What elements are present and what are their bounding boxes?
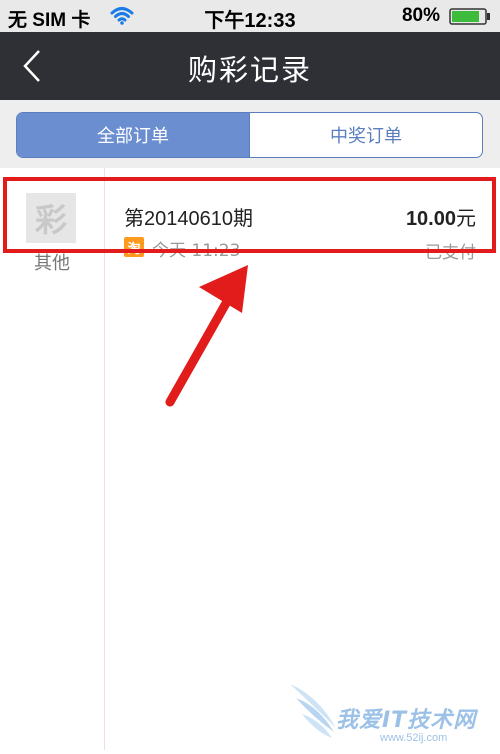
amount-value: 10.00 bbox=[405, 208, 456, 230]
issue-number: 第20140610期 bbox=[124, 208, 253, 230]
navigation-bar: 购彩记录 bbox=[0, 32, 500, 100]
status-bar: 无 SIM 卡 下午12:33 80% bbox=[0, 0, 500, 32]
tab-winning-orders[interactable]: 中奖订单 bbox=[249, 113, 482, 157]
order-time: 今天 11:23 bbox=[152, 241, 241, 261]
segmented-control: 全部订单 中奖订单 bbox=[16, 112, 483, 158]
order-list: 彩 其他 第20140610期 淘 今天 11:23 10.00元 已支付 bbox=[0, 168, 500, 750]
lottery-type-label: 其他 bbox=[34, 253, 70, 274]
currency-label: 元 bbox=[456, 208, 476, 230]
order-row[interactable]: 彩 其他 第20140610期 淘 今天 11:23 10.00元 已支付 bbox=[0, 178, 500, 274]
tab-all-orders[interactable]: 全部订单 bbox=[17, 113, 249, 157]
tab-bar-area: 全部订单 中奖订单 bbox=[0, 100, 500, 168]
order-amount: 10.00元 bbox=[406, 202, 476, 231]
page-title: 购彩记录 bbox=[187, 53, 312, 87]
battery-icon bbox=[449, 8, 490, 25]
payment-status: 已支付 bbox=[425, 243, 476, 263]
taobao-icon: 淘 bbox=[124, 237, 144, 257]
battery-percent: 80% bbox=[401, 5, 440, 26]
lottery-icon: 彩 bbox=[26, 193, 76, 243]
